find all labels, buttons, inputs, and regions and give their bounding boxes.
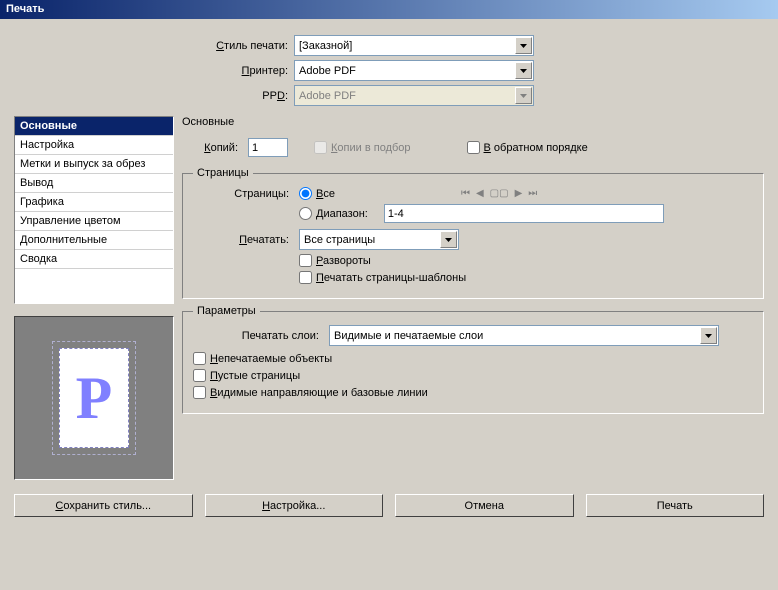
save-style-button[interactable]: Сохранить стиль...: [14, 494, 193, 517]
spreads-label: Развороты: [316, 255, 371, 267]
nav-item-graphics[interactable]: Графика: [15, 193, 173, 212]
blank-pages-checkbox[interactable]: Пустые страницы: [193, 369, 300, 382]
section-title: Основные: [182, 116, 764, 128]
dropdown-arrow-icon[interactable]: [440, 231, 457, 248]
nav-item-general[interactable]: Основные: [15, 117, 173, 136]
reverse-label: В обратном порядке: [484, 142, 588, 154]
dropdown-arrow-icon: [515, 87, 532, 104]
first-page-icon[interactable]: ⏮: [461, 188, 470, 199]
pages-label: Страницы:: [193, 188, 293, 200]
spreads-checkbox[interactable]: Развороты: [299, 254, 371, 267]
dropdown-arrow-icon[interactable]: [515, 62, 532, 79]
spread-icon[interactable]: ▢▢: [490, 188, 509, 199]
window-titlebar: Печать: [0, 0, 778, 19]
pages-range-input[interactable]: [384, 204, 664, 223]
last-page-icon[interactable]: ⏭: [528, 188, 537, 199]
printer-value: Adobe PDF: [295, 65, 514, 77]
nav-item-output[interactable]: Вывод: [15, 174, 173, 193]
master-pages-label: Печатать страницы-шаблоны: [316, 272, 466, 284]
printer-dropdown[interactable]: Adobe PDF: [294, 60, 534, 81]
window-title: Печать: [6, 3, 44, 15]
printer-label: Принтер:: [14, 65, 294, 77]
next-page-icon[interactable]: ▶: [515, 188, 523, 199]
print-style-value: [Заказной]: [295, 40, 514, 52]
nav-item-advanced[interactable]: Дополнительные: [15, 231, 173, 250]
print-what-label: Печатать:: [193, 234, 293, 246]
print-what-dropdown[interactable]: Все страницы: [299, 229, 459, 250]
nav-item-marks[interactable]: Метки и выпуск за обрез: [15, 155, 173, 174]
nav-item-summary[interactable]: Сводка: [15, 250, 173, 269]
nonprinting-label: Непечатаемые объекты: [210, 353, 332, 365]
pages-range-label: Диапазон:: [316, 208, 368, 220]
reverse-checkbox[interactable]: В обратном порядке: [467, 141, 588, 154]
copies-input[interactable]: [248, 138, 288, 157]
page-nav-icons: ⏮ ◀ ▢▢ ▶ ⏭: [461, 188, 537, 199]
dropdown-arrow-icon[interactable]: [515, 37, 532, 54]
copies-label: Копий:: [182, 142, 242, 154]
pages-legend: Страницы: [193, 167, 253, 179]
ppd-value: Adobe PDF: [295, 90, 514, 102]
top-settings: Стиль печати: [Заказной] Принтер: Adobe …: [14, 35, 764, 106]
layers-label: Печатать слои:: [193, 330, 323, 342]
pages-all-label: Все: [316, 188, 335, 200]
collate-label: Копии в подбор: [331, 142, 411, 154]
options-legend: Параметры: [193, 305, 260, 317]
pages-fieldset: Страницы Страницы: Все ⏮ ◀ ▢▢ ▶ ⏭: [182, 167, 764, 299]
cancel-button[interactable]: Отмена: [395, 494, 574, 517]
dialog-footer: Сохранить стиль... Настройка... Отмена П…: [0, 486, 778, 529]
page-preview: P: [14, 316, 174, 480]
pages-all-radio[interactable]: Все: [299, 187, 335, 200]
settings-button[interactable]: Настройка...: [205, 494, 384, 517]
collate-checkbox: Копии в подбор: [314, 141, 411, 154]
pages-range-radio[interactable]: Диапазон:: [299, 207, 368, 220]
layers-value: Видимые и печатаемые слои: [330, 330, 699, 342]
preview-page: P: [59, 348, 129, 448]
ppd-dropdown: Adobe PDF: [294, 85, 534, 106]
layers-dropdown[interactable]: Видимые и печатаемые слои: [329, 325, 719, 346]
print-button[interactable]: Печать: [586, 494, 765, 517]
options-fieldset: Параметры Печатать слои: Видимые и печат…: [182, 305, 764, 414]
category-list: Основные Настройка Метки и выпуск за обр…: [14, 116, 174, 304]
master-pages-checkbox[interactable]: Печатать страницы-шаблоны: [299, 271, 466, 284]
nonprinting-checkbox[interactable]: Непечатаемые объекты: [193, 352, 332, 365]
prev-page-icon[interactable]: ◀: [476, 188, 484, 199]
ppd-label: PPD:: [14, 90, 294, 102]
guides-label: Видимые направляющие и базовые линии: [210, 387, 428, 399]
print-style-label: Стиль печати:: [14, 40, 294, 52]
blank-pages-label: Пустые страницы: [210, 370, 300, 382]
nav-item-setup[interactable]: Настройка: [15, 136, 173, 155]
nav-item-color[interactable]: Управление цветом: [15, 212, 173, 231]
print-what-value: Все страницы: [300, 234, 439, 246]
dropdown-arrow-icon[interactable]: [700, 327, 717, 344]
guides-checkbox[interactable]: Видимые направляющие и базовые линии: [193, 386, 428, 399]
print-style-dropdown[interactable]: [Заказной]: [294, 35, 534, 56]
preview-letter: P: [76, 364, 113, 433]
